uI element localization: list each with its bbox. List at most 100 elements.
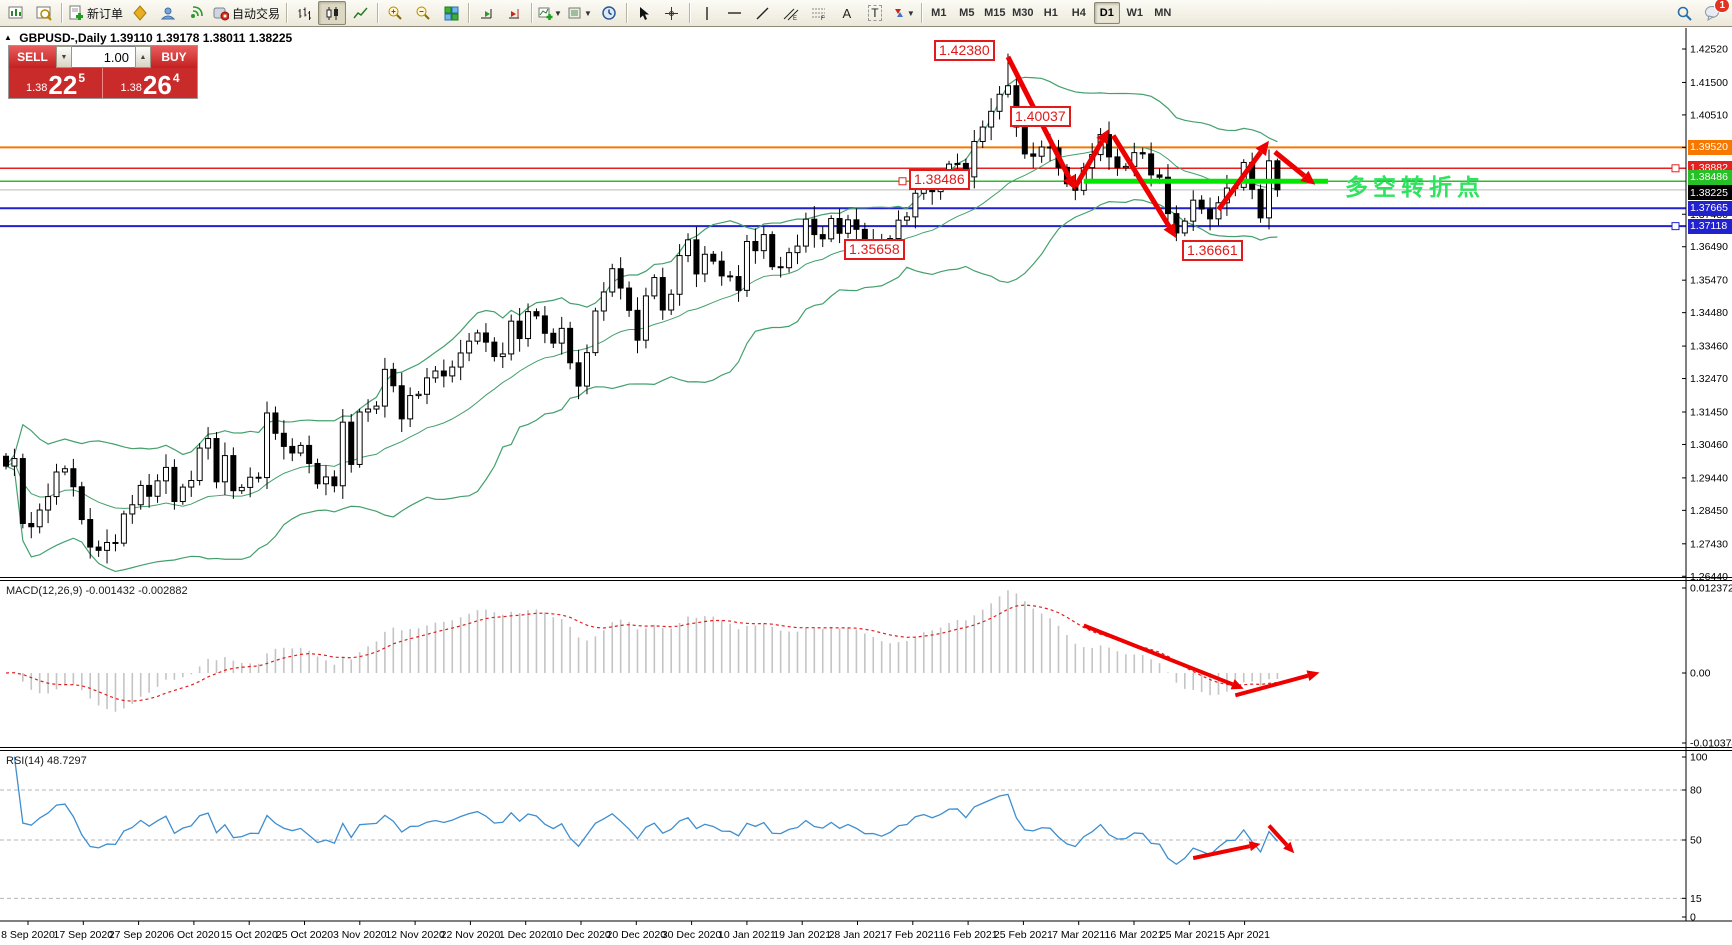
new-chart-icon [8, 5, 24, 21]
autotrading-button[interactable]: 自动交易 [210, 1, 283, 25]
one-click-trading-panel: SELL ▼ 1.00 ▲ BUY 1.38 22 5 1.38 26 4 [8, 45, 198, 99]
fibonacci-tool-button[interactable]: F [805, 1, 833, 25]
date-label: 28 Jan 2021 [829, 929, 887, 941]
bar-chart-button[interactable] [290, 1, 318, 25]
zoom-in-button[interactable] [381, 1, 409, 25]
buy-button[interactable]: BUY [151, 46, 197, 68]
price-tick-label: 1.42520 [1690, 44, 1728, 56]
rsi-pane[interactable] [0, 757, 1686, 899]
equidistant-channel-icon: E [783, 6, 799, 21]
clock-icon [601, 5, 617, 21]
crosshair-tool-button[interactable] [658, 1, 686, 25]
new-chart-button[interactable] [2, 1, 30, 25]
drawn-arrow[interactable] [1235, 676, 1308, 696]
macd-value-signal: -0.002882 [138, 585, 188, 597]
sell-button[interactable]: SELL [9, 46, 56, 68]
date-label: 10 Dec 2020 [551, 929, 611, 941]
macd-pane[interactable] [6, 590, 1320, 711]
sell-price-big: 22 [48, 73, 77, 97]
timeframe-w1-button[interactable]: W1 [1122, 2, 1148, 24]
label-anchor-handle[interactable] [899, 178, 906, 185]
drawn-arrow[interactable] [1084, 625, 1233, 684]
text-tool-button[interactable]: A [833, 1, 861, 25]
ohlc-low: 1.38011 [203, 31, 246, 45]
cursor-tool-button[interactable] [630, 1, 658, 25]
text-label-tool-button[interactable]: T [861, 1, 889, 25]
line-chart-button[interactable] [346, 1, 374, 25]
new-order-label: 新订单 [87, 5, 123, 22]
chart-shift-button[interactable] [500, 1, 528, 25]
drawn-arrow[interactable] [1193, 846, 1250, 858]
profiles-button[interactable] [30, 1, 58, 25]
volume-increase-button[interactable]: ▲ [135, 46, 151, 68]
price-label-retest[interactable]: 1.40037 [1010, 106, 1071, 127]
hline-tool-button[interactable] [721, 1, 749, 25]
trendline-tool-button[interactable] [749, 1, 777, 25]
period-clock-button[interactable] [595, 1, 623, 25]
price-label-trough[interactable]: 1.36661 [1182, 240, 1243, 261]
date-label: 25 Feb 2021 [994, 929, 1053, 941]
price-label-level[interactable]: 1.38486 [909, 169, 970, 190]
autotrading-icon [213, 5, 229, 21]
timeframe-h1-button[interactable]: H1 [1038, 2, 1064, 24]
volume-decrease-button[interactable]: ▼ [56, 46, 72, 68]
price-tick-label: 1.31450 [1690, 406, 1728, 418]
toolbar: 新订单 自动交易 [0, 0, 1732, 27]
buy-price[interactable]: 1.38 26 4 [103, 68, 197, 98]
price-label-shelf[interactable]: 1.35658 [844, 239, 905, 260]
price-tick-label: 1.33460 [1690, 341, 1728, 353]
templates-button[interactable]: ▼ [565, 1, 595, 25]
vline-tool-button[interactable] [693, 1, 721, 25]
line-handle[interactable] [1672, 165, 1679, 172]
main-pane[interactable] [0, 54, 1686, 572]
price-label-peak[interactable]: 1.42380 [934, 40, 995, 61]
dropdown-caret-icon: ▼ [584, 9, 592, 18]
cn-annotation-text[interactable]: 多空转折点 [1345, 168, 1485, 202]
volume-input[interactable]: 1.00 [72, 46, 135, 68]
price-tick-label: 1.28450 [1690, 505, 1728, 517]
indicators-icon [538, 6, 553, 21]
search-icon [1676, 5, 1693, 22]
profiles-icon [36, 5, 52, 21]
collapse-panel-icon[interactable]: ▲ [4, 33, 12, 42]
date-label: 10 Jan 2021 [718, 929, 776, 941]
chart-shift-icon [507, 6, 522, 21]
rsi-axis-label: 0 [1690, 912, 1696, 924]
price-tick-label: 1.26440 [1690, 571, 1728, 583]
metaeditor-button[interactable] [126, 1, 154, 25]
ohlc-high: 1.39178 [156, 31, 199, 45]
indicators-button[interactable]: ▼ [535, 1, 565, 25]
search-button[interactable] [1670, 1, 1698, 25]
chart-canvas[interactable]: 1.425201.415001.405101.395201.374801.364… [0, 28, 1732, 945]
channel-tool-button[interactable]: E [777, 1, 805, 25]
dropdown-caret-icon: ▼ [907, 9, 915, 18]
zoom-out-button[interactable] [409, 1, 437, 25]
price-tick-label: 1.36490 [1690, 241, 1728, 253]
timeframe-h4-button[interactable]: H4 [1066, 2, 1092, 24]
new-order-button[interactable]: 新订单 [65, 1, 126, 25]
notifications-button[interactable]: 1 [1698, 1, 1726, 25]
toolbar-separator [286, 3, 287, 23]
ohlc-close: 1.38225 [249, 31, 292, 45]
timeframe-m30-button[interactable]: M30 [1010, 2, 1036, 24]
timeframe-d1-button[interactable]: D1 [1094, 2, 1120, 24]
autotrading-label: 自动交易 [232, 5, 280, 22]
arrows-tool-button[interactable]: ▼ [889, 1, 918, 25]
time-axis[interactable]: 8 Sep 202017 Sep 202027 Sep 20206 Oct 20… [1, 921, 1270, 941]
signals-button[interactable] [182, 1, 210, 25]
tile-windows-button[interactable] [437, 1, 465, 25]
timeframe-m5-button[interactable]: M5 [954, 2, 980, 24]
timeframe-mn-button[interactable]: MN [1150, 2, 1176, 24]
sell-price[interactable]: 1.38 22 5 [9, 68, 103, 98]
date-label: 7 Mar 2021 [1052, 929, 1105, 941]
timeframe-m15-button[interactable]: M15 [982, 2, 1008, 24]
auto-scroll-button[interactable] [472, 1, 500, 25]
community-button[interactable] [154, 1, 182, 25]
metaeditor-icon [132, 5, 148, 21]
rsi-axis-label: 80 [1690, 785, 1702, 797]
ohlc-open: 1.39110 [110, 31, 153, 45]
timeframe-m1-button[interactable]: M1 [926, 2, 952, 24]
date-label: 3 Nov 2020 [333, 929, 387, 941]
candle-chart-button[interactable] [318, 1, 346, 25]
line-handle[interactable] [1672, 223, 1679, 230]
